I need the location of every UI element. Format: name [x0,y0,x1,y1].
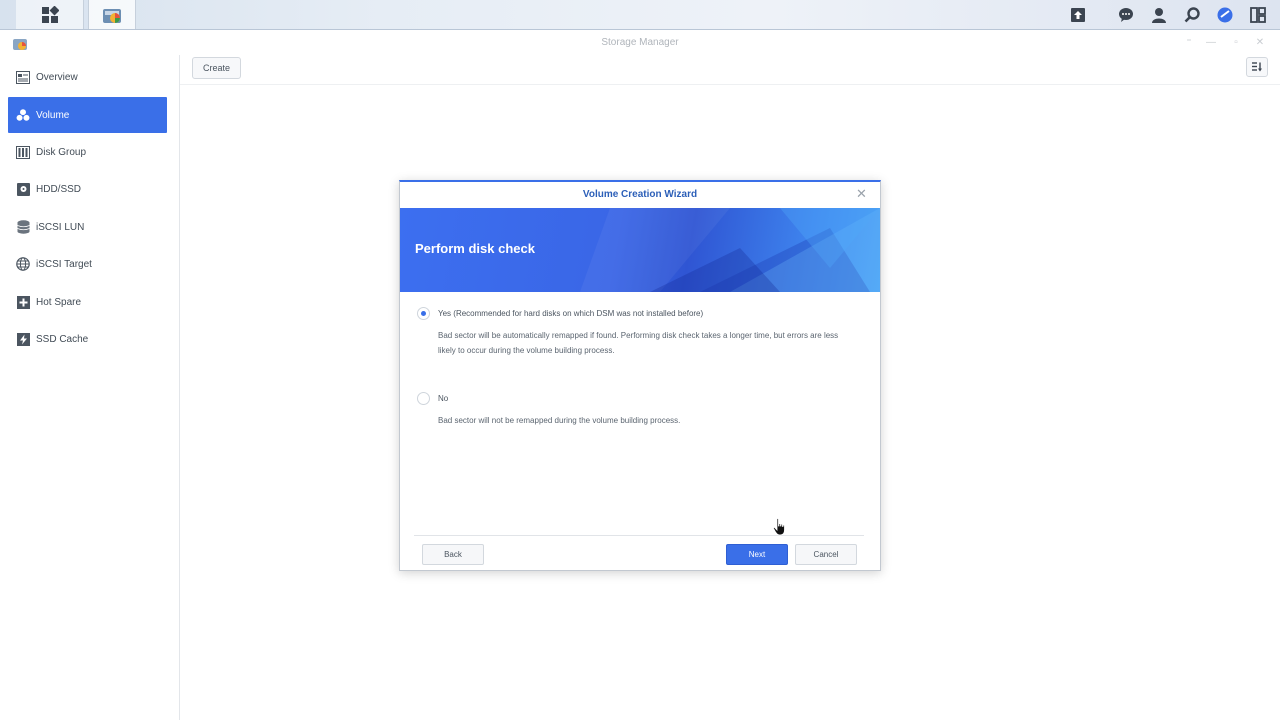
option-no-label[interactable]: No [438,394,448,403]
sidebar-item-label: iSCSI Target [36,258,92,270]
option-yes-label[interactable]: Yes (Recommended for hard disks on which… [438,309,703,318]
sidebar-item-hdd-ssd[interactable]: HDD/SSD [8,171,167,207]
hand-cursor-icon [772,518,785,536]
user-icon [1152,7,1166,23]
iscsi-lun-icon [16,220,30,234]
upload-icon [1071,7,1085,22]
widgets-icon [1250,6,1266,23]
dialog-title: Volume Creation Wizard [582,189,698,200]
search-icon [1184,6,1200,22]
taskbar-storage-manager-button[interactable] [88,0,136,29]
window-title: Storage Manager [601,37,679,48]
hdd-icon [16,182,30,196]
plus-icon [16,295,30,309]
main-menu-button[interactable] [16,0,84,29]
sidebar-item-hot-spare[interactable]: Hot Spare [8,284,167,320]
next-button[interactable]: Next [726,544,788,565]
storage-manager-icon [103,8,121,23]
sidebar-item-label: Volume [36,109,70,121]
maximize-icon[interactable]: ▫ [1230,37,1242,49]
banner-title: Perform disk check [415,241,535,256]
sidebar-item-iscsi-target[interactable]: iSCSI Target [8,246,167,282]
wizard-banner: Perform disk check [400,208,880,292]
sidebar-item-disk-group[interactable]: Disk Group [8,134,167,170]
dashboard-gauge-icon [1217,7,1233,22]
overview-icon [16,70,30,84]
sidebar-item-volume[interactable]: Volume [8,97,167,133]
sidebar-item-label: SSD Cache [36,333,89,345]
flash-icon [16,332,30,346]
dialog-separator [414,535,864,536]
sort-icon [1252,62,1262,72]
sidebar: Overview Volume Disk Group HDD/SSD iSCSI… [0,55,180,720]
notifications-button[interactable] [1112,0,1140,29]
radio-yes[interactable] [417,307,430,320]
option-no-description: Bad sector will not be remapped during t… [438,416,681,425]
volume-icon [16,108,30,122]
search-button[interactable] [1178,0,1206,29]
main-toolbar: Create [180,55,1280,85]
sidebar-item-label: iSCSI LUN [36,221,85,233]
cancel-button[interactable]: Cancel [795,544,857,565]
sidebar-item-iscsi-lun[interactable]: iSCSI LUN [8,209,167,245]
sidebar-item-label: HDD/SSD [36,183,82,195]
volume-creation-wizard-dialog: Volume Creation Wizard ✕ Perform disk ch… [399,180,881,571]
close-icon[interactable]: ✕ [856,187,868,200]
option-yes-description: Bad sector will be automatically remappe… [438,331,839,355]
window-title-bar: Storage Manager ⁼ — ▫ ✕ [0,31,1280,55]
create-button[interactable]: Create [192,57,241,79]
taskbar [0,0,1280,30]
sidebar-item-label: Hot Spare [36,296,82,308]
upload-button[interactable] [1064,0,1092,29]
minimize-icon[interactable]: — [1205,37,1217,49]
radio-no[interactable] [417,392,430,405]
dsm-help-button[interactable] [1211,0,1239,29]
sort-button[interactable] [1246,57,1268,77]
sidebar-item-overview[interactable]: Overview [8,59,167,95]
user-button[interactable] [1145,0,1173,29]
apps-grid-icon [41,5,59,23]
sidebar-item-label: Disk Group [36,146,87,158]
back-button[interactable]: Back [422,544,484,565]
globe-icon [16,257,30,271]
sidebar-item-ssd-cache[interactable]: SSD Cache [8,321,167,357]
chat-bubble-icon [1119,7,1133,22]
disk-group-icon [16,145,30,159]
widgets-button[interactable] [1244,0,1272,29]
close-window-icon[interactable]: ✕ [1254,37,1266,49]
sidebar-item-label: Overview [36,71,78,83]
pin-icon[interactable]: ⁼ [1183,37,1195,49]
